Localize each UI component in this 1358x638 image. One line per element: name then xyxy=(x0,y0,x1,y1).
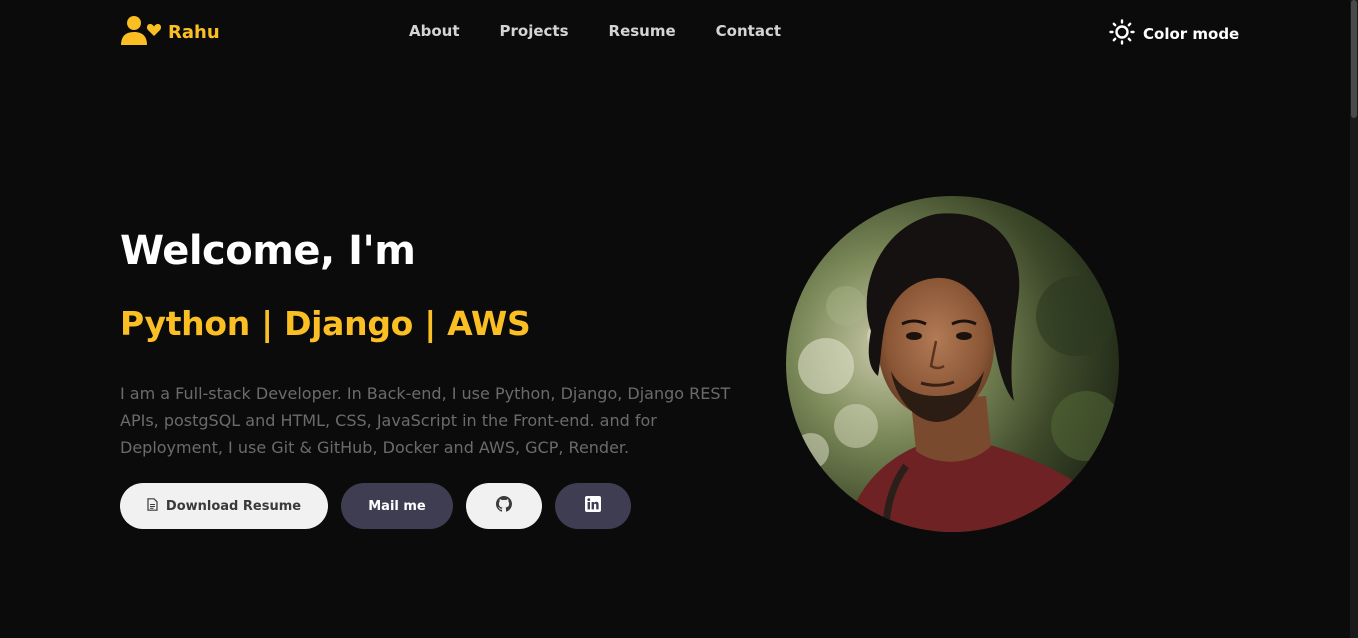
nav-about[interactable]: About xyxy=(409,22,460,40)
sun-icon xyxy=(1109,19,1135,49)
mail-me-button[interactable]: Mail me xyxy=(341,483,453,529)
nav-resume[interactable]: Resume xyxy=(609,22,676,40)
color-mode-label: Color mode xyxy=(1143,25,1240,43)
site-logo[interactable]: Rahu xyxy=(120,14,220,50)
hero-greeting: Welcome, I'm xyxy=(120,228,416,274)
main-nav: About Projects Resume Contact xyxy=(409,22,781,40)
github-button[interactable] xyxy=(466,483,542,529)
nav-contact[interactable]: Contact xyxy=(716,22,781,40)
user-heart-icon xyxy=(120,14,162,50)
download-resume-label: Download Resume xyxy=(165,498,302,514)
profile-photo xyxy=(786,196,1119,532)
hero-description: I am a Full-stack Developer. In Back-end… xyxy=(120,384,731,457)
download-resume-button[interactable]: Download Resume xyxy=(120,483,328,529)
file-icon xyxy=(147,497,158,515)
linkedin-icon xyxy=(585,496,601,516)
hero-actions: Download Resume Mail me xyxy=(120,483,631,529)
scrollbar-thumb[interactable] xyxy=(1351,0,1357,118)
color-mode-toggle[interactable]: Color mode xyxy=(1109,19,1239,49)
mail-me-label: Mail me xyxy=(368,498,426,514)
logo-text: Rahu xyxy=(168,21,220,43)
linkedin-button[interactable] xyxy=(555,483,631,529)
github-icon xyxy=(496,496,512,516)
hero-skills: Python | Django | AWS xyxy=(120,304,531,343)
nav-projects[interactable]: Projects xyxy=(500,22,569,40)
page-scrollbar[interactable] xyxy=(1350,0,1358,638)
